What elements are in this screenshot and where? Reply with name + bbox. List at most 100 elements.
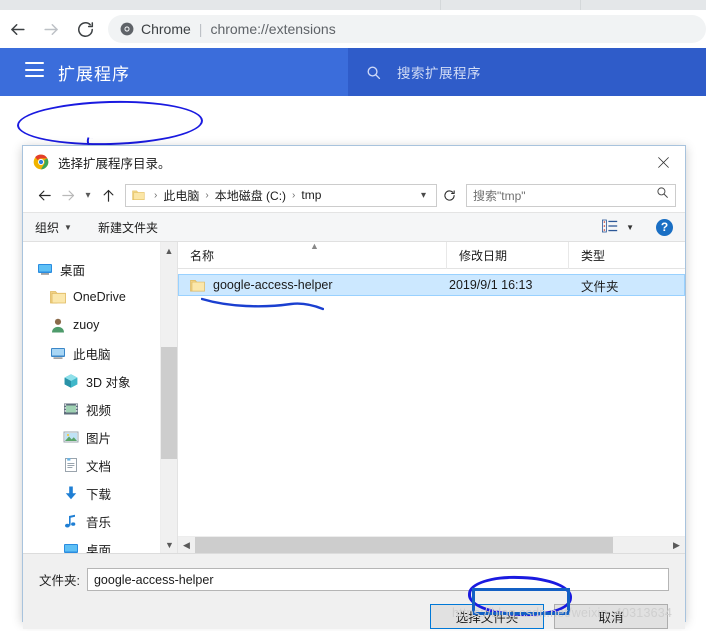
list-view-icon — [602, 219, 618, 236]
sidebar-item-label: 文档 — [86, 459, 112, 474]
sidebar-item-label: 图片 — [86, 431, 112, 446]
sidebar-item-label: 此电脑 — [73, 347, 111, 362]
dialog-back-icon[interactable] — [32, 183, 56, 207]
sidebar-item-desktop[interactable]: 桌面 — [23, 255, 160, 283]
sidebar-item-onedrive[interactable]: OneDrive — [23, 283, 160, 311]
chrome-logo-icon — [33, 154, 49, 170]
dialog-action-buttons: 选择文件夹 取消 — [39, 604, 669, 629]
help-button[interactable]: ? — [656, 218, 673, 236]
column-header-date-modified[interactable]: 修改日期 — [446, 242, 568, 269]
file-list-header: 名称 修改日期 类型 ▲ — [178, 242, 685, 269]
sidebar-item-music[interactable]: 音乐 — [23, 507, 160, 535]
dialog-search-input[interactable]: 搜索"tmp" — [466, 183, 676, 207]
3d-objects-icon — [64, 374, 78, 388]
scrollbar-thumb[interactable] — [161, 347, 178, 459]
sidebar-item-desktop-2[interactable]: 桌面 — [23, 535, 160, 553]
sidebar-item-pictures[interactable]: 图片 — [23, 423, 160, 451]
file-list-rows: google-access-helper 2019/9/1 16:13 文件夹 — [178, 269, 685, 536]
sidebar-item-label: 音乐 — [86, 515, 112, 530]
pictures-icon — [63, 431, 79, 443]
navigation-pane-scrollbar[interactable]: ▲ ▼ — [160, 242, 178, 553]
tab-boundary — [580, 0, 581, 10]
sidebar-item-label: 视频 — [86, 403, 112, 418]
sidebar-item-label: 桌面 — [86, 543, 112, 554]
recent-locations-chevron-down-icon[interactable]: ▾ — [80, 183, 96, 207]
dialog-forward-icon[interactable] — [56, 183, 80, 207]
sidebar-item-label: 桌面 — [60, 263, 86, 278]
sidebar-item-this-pc[interactable]: 此电脑 — [23, 339, 160, 367]
up-one-level-icon[interactable] — [96, 183, 120, 207]
organize-menu-button[interactable]: 组织 ▼ — [35, 219, 72, 236]
chevron-down-icon[interactable]: ▾ — [415, 190, 432, 201]
breadcrumb-item-2[interactable]: tmp — [301, 188, 321, 202]
desktop-icon — [64, 544, 78, 553]
dialog-navigation-bar: ▾ › 此电脑 › 本地磁盘 (C:) › tmp ▾ 搜索"tmp" — [23, 178, 685, 212]
scroll-down-icon[interactable]: ▼ — [161, 536, 178, 553]
column-header-type[interactable]: 类型 — [568, 242, 668, 269]
file-name-label: google-access-helper — [213, 278, 333, 292]
chevron-down-icon: ▼ — [626, 222, 634, 232]
sidebar-item-documents[interactable]: 文档 — [23, 451, 160, 479]
downloads-icon — [65, 486, 77, 500]
dialog-title: 选择扩展程序目录。 — [58, 156, 171, 171]
scroll-right-icon[interactable]: ▶ — [668, 537, 685, 554]
file-list-pane: 名称 修改日期 类型 ▲ google-access-helper 2019/9… — [177, 242, 685, 553]
omnibox-brand-label: Chrome — [141, 21, 191, 37]
sidebar-item-label: 下载 — [86, 487, 112, 502]
address-breadcrumb-bar[interactable]: › 此电脑 › 本地磁盘 (C:) › tmp ▾ — [125, 183, 437, 207]
omnibox[interactable]: Chrome | chrome://extensions — [108, 15, 706, 43]
browser-toolbar: Chrome | chrome://extensions — [0, 10, 706, 48]
navigation-pane: 桌面 OneDrive zuoy 此电脑 3D 对象 视频 图片 文档 下载 音… — [23, 242, 160, 553]
breadcrumb-separator: › — [292, 189, 296, 201]
sidebar-item-label: zuoy — [73, 318, 100, 332]
dialog-search-placeholder: 搜索"tmp" — [473, 188, 526, 203]
user-icon — [52, 318, 64, 333]
close-icon[interactable] — [641, 146, 685, 178]
forward-icon[interactable] — [34, 12, 68, 46]
sidebar-item-3d-objects[interactable]: 3D 对象 — [23, 367, 160, 395]
chevron-down-icon: ▼ — [64, 222, 72, 232]
scrollbar-thumb[interactable] — [195, 537, 613, 553]
back-icon[interactable] — [0, 12, 34, 46]
view-mode-button[interactable]: ▼ — [602, 219, 634, 236]
dialog-command-bar: 组织 ▼ 新建文件夹 ▼ ? — [23, 212, 685, 242]
organize-label: 组织 — [35, 220, 60, 235]
sidebar-item-videos[interactable]: 视频 — [23, 395, 160, 423]
cancel-button[interactable]: 取消 — [554, 604, 668, 629]
extensions-search-input[interactable]: 搜索扩展程序 — [348, 48, 706, 96]
browser-tab-strip[interactable] — [0, 0, 706, 10]
sidebar-item-user[interactable]: zuoy — [23, 311, 160, 339]
table-row[interactable]: google-access-helper 2019/9/1 16:13 文件夹 — [178, 274, 685, 296]
reload-icon[interactable] — [68, 12, 102, 46]
breadcrumb-item-1[interactable]: 本地磁盘 (C:) — [215, 187, 286, 204]
hamburger-menu-icon[interactable] — [25, 62, 44, 77]
file-list-horizontal-scrollbar[interactable]: ◀ ▶ — [178, 536, 685, 553]
folder-name-input[interactable]: google-access-helper — [86, 568, 669, 591]
extensions-search-placeholder: 搜索扩展程序 — [397, 66, 481, 81]
breadcrumb-item-0[interactable]: 此电脑 — [163, 187, 199, 204]
music-icon — [65, 514, 76, 528]
dialog-body: 桌面 OneDrive zuoy 此电脑 3D 对象 视频 图片 文档 下载 音… — [23, 242, 685, 553]
sort-ascending-icon: ▲ — [310, 242, 319, 251]
folder-name-label: 文件夹: — [39, 574, 80, 588]
tab-boundary — [440, 0, 441, 10]
sidebar-item-downloads[interactable]: 下载 — [23, 479, 160, 507]
videos-icon — [64, 403, 78, 415]
magnifier-icon — [656, 186, 669, 204]
file-type-cell: 文件夹 — [581, 279, 619, 294]
desktop-icon — [38, 264, 52, 275]
breadcrumb-separator: › — [154, 189, 158, 201]
refresh-icon[interactable] — [438, 184, 460, 207]
search-icon — [367, 66, 381, 79]
folder-icon — [132, 190, 145, 200]
folder-icon — [190, 279, 205, 291]
scroll-up-icon[interactable]: ▲ — [161, 242, 177, 259]
new-folder-button[interactable]: 新建文件夹 — [98, 219, 158, 236]
select-folder-button[interactable]: 选择文件夹 — [430, 604, 544, 629]
breadcrumb-separator: › — [205, 189, 209, 201]
file-name-cell: google-access-helper — [179, 278, 447, 292]
scroll-left-icon[interactable]: ◀ — [178, 537, 195, 554]
dialog-title-bar[interactable]: 选择扩展程序目录。 — [23, 146, 685, 178]
page-title: 扩展程序 — [58, 65, 130, 84]
file-date-cell: 2019/9/1 16:13 — [449, 278, 533, 292]
